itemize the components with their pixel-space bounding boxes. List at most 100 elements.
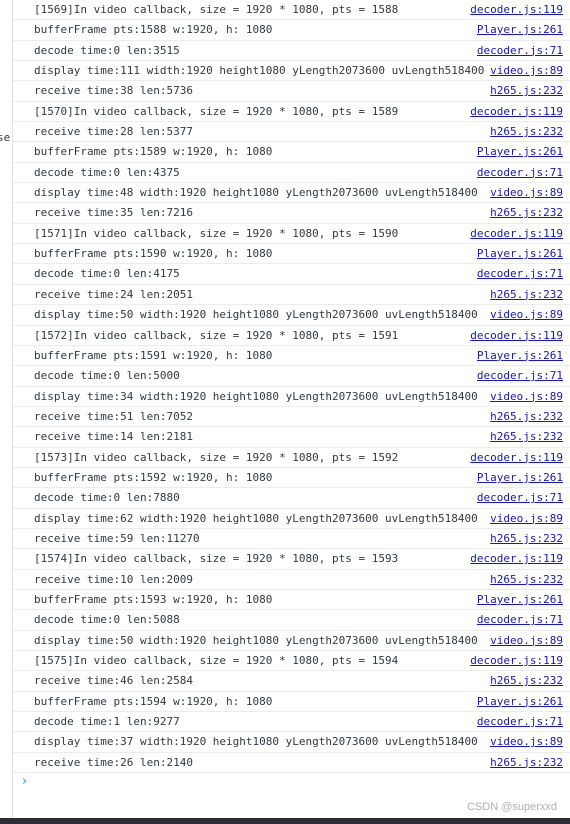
- source-link[interactable]: decoder.js:71: [474, 613, 563, 628]
- console-message-row: display time:48 width:1920 height1080 yL…: [13, 183, 570, 204]
- console-message-row: receive time:14 len:2181 h265.js:232: [13, 427, 570, 448]
- console-message-text: decode time:0 len:5000: [34, 369, 180, 383]
- console-message-text: bufferFrame pts:1592 w:1920, h: 1080: [34, 470, 273, 484]
- source-link[interactable]: decoder.js:71: [474, 369, 563, 384]
- console-message-row: display time:37 width:1920 height1080 yL…: [13, 732, 570, 753]
- console-log-panel: [1569]In video callback, size = 1920 * 1…: [13, 0, 570, 793]
- console-message-row: display time:111 width:1920 height1080 y…: [13, 61, 570, 82]
- source-link[interactable]: video.js:89: [488, 735, 563, 750]
- source-link[interactable]: decoder.js:71: [474, 715, 563, 730]
- console-message-text: decode time:0 len:4175: [34, 267, 180, 281]
- console-message-text: receive time:10 len:2009: [34, 572, 193, 586]
- console-message-text: bufferFrame pts:1591 w:1920, h: 1080: [34, 348, 273, 362]
- console-message-row: bufferFrame pts:1592 w:1920, h: 1080 Play…: [13, 468, 570, 489]
- source-link[interactable]: Player.js:261: [474, 592, 563, 607]
- console-message-row: [1572]In video callback, size = 1920 * 1…: [13, 326, 570, 346]
- source-link[interactable]: h265.js:232: [488, 531, 563, 546]
- console-message-row: [1570]In video callback, size = 1920 * 1…: [13, 102, 570, 123]
- console-message-row: [1569]In video callback, size = 1920 * 1…: [13, 0, 570, 21]
- console-message-text: bufferFrame pts:1593 w:1920, h: 1080: [34, 592, 273, 606]
- console-message-text: decode time:0 len:3515: [34, 43, 180, 57]
- source-link[interactable]: h265.js:232: [488, 572, 563, 587]
- console-message-row: decode time:0 len:3515 decoder.js:71: [13, 41, 570, 62]
- console-message-text: [1575]In video callback, size = 1920 * 1…: [34, 654, 399, 667]
- console-message-text: receive time:59 len:11270: [34, 531, 200, 545]
- console-message-row: decode time:0 len:5000 decoder.js:71: [13, 366, 570, 387]
- console-message-row: receive time:59 len:11270 h265.js:232: [13, 529, 570, 550]
- source-link[interactable]: h265.js:232: [488, 755, 563, 770]
- console-message-row: bufferFrame pts:1594 w:1920, h: 1080 Play…: [13, 692, 570, 713]
- console-message-text: bufferFrame pts:1589 w:1920, h: 1080: [34, 145, 273, 159]
- source-link[interactable]: video.js:89: [488, 64, 563, 79]
- source-link[interactable]: h265.js:232: [488, 674, 563, 689]
- source-link[interactable]: decoder.js:71: [474, 43, 563, 58]
- console-message-row: bufferFrame pts:1588 w:1920, h: 1080 Play…: [13, 20, 570, 41]
- console-message-row: decode time:1 len:9277 decoder.js:71: [13, 712, 570, 733]
- source-link[interactable]: decoder.js:119: [468, 552, 563, 567]
- bottom-bar: [0, 818, 570, 824]
- source-link[interactable]: h265.js:232: [488, 206, 563, 221]
- source-link[interactable]: video.js:89: [488, 511, 563, 526]
- console-message-text: receive time:38 len:5736: [34, 84, 193, 98]
- console-message-row: [1571]In video callback, size = 1920 * 1…: [13, 224, 570, 245]
- source-link[interactable]: decoder.js:119: [468, 328, 563, 343]
- source-link[interactable]: h265.js:232: [488, 430, 563, 445]
- console-message-text: display time:34 width:1920 height1080 yL…: [34, 389, 478, 403]
- console-message-row: [1575]In video callback, size = 1920 * 1…: [13, 651, 570, 672]
- source-link[interactable]: h265.js:232: [488, 84, 563, 99]
- source-link[interactable]: h265.js:232: [488, 125, 563, 140]
- console-message-text: decode time:0 len:5088: [34, 613, 180, 627]
- console-message-row: display time:62 width:1920 height1080 yL…: [13, 509, 570, 529]
- source-link[interactable]: Player.js:261: [474, 348, 563, 363]
- console-message-text: decode time:0 len:4375: [34, 165, 180, 179]
- console-message-row: receive time:35 len:7216 h265.js:232: [13, 203, 570, 224]
- source-link[interactable]: h265.js:232: [488, 287, 563, 302]
- console-message-text: receive time:24 len:2051: [34, 287, 193, 301]
- console-message-row: [1574]In video callback, size = 1920 * 1…: [13, 549, 570, 570]
- source-link[interactable]: video.js:89: [488, 308, 563, 323]
- source-link[interactable]: Player.js:261: [474, 247, 563, 262]
- console-message-row: display time:50 width:1920 height1080 yL…: [13, 305, 570, 326]
- source-link[interactable]: video.js:89: [488, 389, 563, 404]
- console-message-text: display time:111 width:1920 height1080 y…: [34, 64, 485, 78]
- console-message-text: [1574]In video callback, size = 1920 * 1…: [34, 552, 399, 566]
- console-message-row: bufferFrame pts:1590 w:1920, h: 1080 Play…: [13, 244, 570, 265]
- console-message-row: decode time:0 len:7880 decoder.js:71: [13, 488, 570, 509]
- source-link[interactable]: decoder.js:119: [468, 104, 563, 119]
- source-link[interactable]: Player.js:261: [474, 145, 563, 160]
- source-link[interactable]: video.js:89: [488, 633, 563, 648]
- console-prompt[interactable]: ›: [13, 773, 570, 793]
- console-message-row: receive time:26 len:2140 h265.js:232: [13, 753, 570, 774]
- source-link[interactable]: decoder.js:71: [474, 491, 563, 506]
- console-message-text: bufferFrame pts:1594 w:1920, h: 1080: [34, 694, 273, 708]
- console-message-row: bufferFrame pts:1591 w:1920, h: 1080 Play…: [13, 346, 570, 367]
- console-message-text: bufferFrame pts:1588 w:1920, h: 1080: [34, 23, 273, 37]
- source-link[interactable]: decoder.js:119: [468, 226, 563, 241]
- console-message-row: decode time:0 len:4175 decoder.js:71: [13, 264, 570, 285]
- console-message-text: receive time:51 len:7052: [34, 409, 193, 423]
- source-link[interactable]: video.js:89: [488, 186, 563, 201]
- source-link[interactable]: Player.js:261: [474, 23, 563, 38]
- console-message-text: decode time:0 len:7880: [34, 491, 180, 505]
- console-message-row: bufferFrame pts:1589 w:1920, h: 1080 Play…: [13, 142, 570, 163]
- source-link[interactable]: decoder.js:119: [468, 654, 563, 668]
- source-link[interactable]: h265.js:232: [488, 409, 563, 424]
- watermark: CSDN @superxxd: [466, 801, 557, 813]
- console-message-text: receive time:35 len:7216: [34, 206, 193, 220]
- source-link[interactable]: decoder.js:119: [468, 450, 563, 465]
- console-message-text: [1570]In video callback, size = 1920 * 1…: [34, 104, 399, 118]
- gutter-fragment-text: se: [0, 131, 11, 144]
- source-link[interactable]: decoder.js:71: [474, 165, 563, 180]
- console-message-row: decode time:0 len:4375 decoder.js:71: [13, 163, 570, 184]
- console-message-row: [1573]In video callback, size = 1920 * 1…: [13, 448, 570, 468]
- source-link[interactable]: Player.js:261: [474, 470, 563, 485]
- console-message-row: receive time:28 len:5377 h265.js:232: [13, 122, 570, 143]
- console-message-text: display time:50 width:1920 height1080 yL…: [34, 633, 478, 647]
- console-message-text: receive time:14 len:2181: [34, 430, 193, 444]
- source-link[interactable]: decoder.js:71: [474, 267, 563, 282]
- console-message-row: decode time:0 len:5088 decoder.js:71: [13, 610, 570, 631]
- console-message-row: bufferFrame pts:1593 w:1920, h: 1080 Play…: [13, 590, 570, 611]
- console-message-text: [1572]In video callback, size = 1920 * 1…: [34, 328, 399, 342]
- source-link[interactable]: decoder.js:119: [468, 3, 563, 17]
- source-link[interactable]: Player.js:261: [474, 694, 563, 709]
